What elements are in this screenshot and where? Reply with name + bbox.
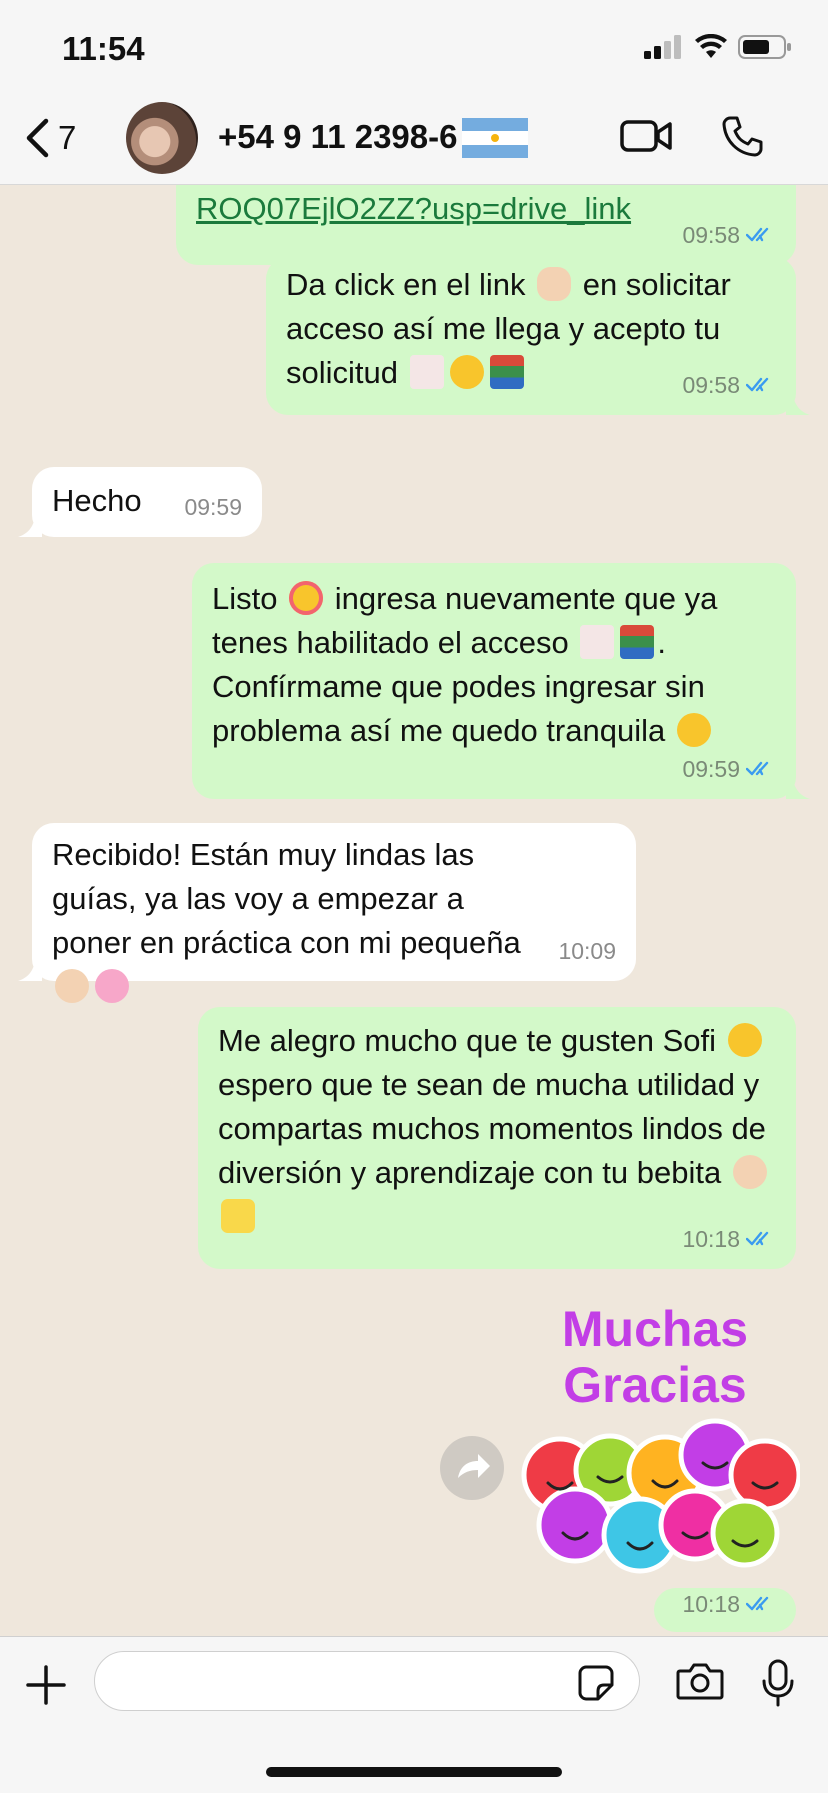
message-meta: 10:09 [558, 929, 616, 973]
read-ticks-icon [746, 377, 769, 392]
relieved-smile-emoji-icon [676, 713, 711, 747]
chat-area[interactable]: ROQ07EjlO2ZZ?usp=drive_link 09:58 Da cli… [0, 185, 828, 1635]
status-icons [644, 34, 792, 60]
message-meta: 09:59 [184, 485, 242, 529]
message-outgoing[interactable]: ROQ07EjlO2ZZ?usp=drive_link 09:58 [176, 185, 796, 265]
message-input-bar [0, 1636, 828, 1793]
smiling-face-emoji-icon [449, 355, 484, 389]
message-text-part: Recibido! Están muy lindas las guías, ya… [52, 837, 530, 960]
message-meta: 09:58 [682, 213, 776, 257]
message-time: 09:58 [682, 222, 740, 248]
message-outgoing[interactable]: Me alegro mucho que te gusten Sofi esper… [198, 1007, 796, 1269]
books-emoji-icon [620, 625, 655, 659]
contact-avatar[interactable] [126, 102, 198, 174]
message-input[interactable] [94, 1651, 640, 1711]
message-outgoing[interactable]: 10:18 [654, 1588, 796, 1632]
message-incoming[interactable]: Recibido! Están muy lindas las guías, ya… [18, 823, 636, 1003]
camera-icon[interactable] [676, 1661, 724, 1701]
microphone-icon[interactable] [760, 1659, 796, 1707]
forward-arrow-icon [458, 1454, 490, 1478]
read-ticks-icon [746, 1596, 769, 1611]
sticker-line-1: Muchas [561, 1301, 749, 1357]
smiling-face-with-hearts-emoji-icon [289, 581, 324, 615]
message-incoming[interactable]: Hecho 09:59 [18, 467, 262, 537]
love-letter-emoji-icon [409, 355, 444, 389]
chat-header: 7 +54 9 11 2398-6 [0, 100, 828, 185]
message-time: 10:18 [682, 1226, 740, 1252]
message-outgoing[interactable]: Da click en el link en solicitar acceso … [266, 257, 810, 415]
books-emoji-icon [489, 355, 524, 389]
message-time: 10:18 [682, 1591, 740, 1617]
battery-icon [738, 35, 791, 59]
bubble-tail [786, 775, 810, 799]
phone-call-icon[interactable] [720, 114, 764, 158]
love-letter-emoji-icon [580, 625, 615, 659]
message-time: 10:09 [558, 938, 616, 964]
message-time: 09:59 [682, 756, 740, 782]
message-text-part: Me alegro mucho que te gusten Sofi [218, 1023, 725, 1058]
dizzy-emoji-icon [221, 1199, 255, 1233]
forward-button[interactable] [440, 1436, 504, 1500]
message-text: Me alegro mucho que te gusten Sofi esper… [218, 1019, 776, 1239]
video-call-icon[interactable] [620, 116, 674, 156]
signal-icon [644, 35, 681, 59]
hugging-face-emoji-icon [727, 1023, 762, 1057]
pointing-up-emoji-icon [537, 267, 572, 301]
chevron-left-icon [26, 118, 49, 158]
read-ticks-icon [746, 1231, 769, 1246]
sticker-line-2: Gracias [563, 1357, 747, 1413]
sticker-icon[interactable] [578, 1665, 614, 1701]
cherry-blossom-emoji-icon [95, 969, 129, 1003]
message-text-part: Da click en el link [286, 267, 535, 302]
message-meta: 09:58 [682, 363, 776, 407]
bubble-tail [786, 391, 810, 415]
message-outgoing[interactable]: Listo ingresa nuevamente que ya tenes ha… [192, 563, 810, 799]
wifi-icon [695, 34, 727, 58]
status-time: 11:54 [62, 30, 145, 67]
smiley-faces-icon [521, 1418, 800, 1574]
message-time: 09:58 [682, 372, 740, 398]
unread-count: 7 [58, 119, 77, 156]
plus-icon[interactable] [26, 1665, 66, 1705]
argentina-flag-icon [462, 118, 528, 158]
back-button[interactable]: 7 [24, 118, 76, 158]
baby-emoji-icon [732, 1155, 767, 1189]
baby-emoji-icon [55, 969, 89, 1003]
read-ticks-icon [746, 761, 769, 776]
bubble-tail [18, 957, 42, 981]
status-bar: 11:54 [0, 0, 828, 100]
message-meta: 10:18 [682, 1582, 776, 1626]
message-text-part: Listo [212, 581, 287, 616]
bubble-tail [18, 513, 42, 537]
read-ticks-icon [746, 227, 769, 242]
message-text: Listo ingresa nuevamente que ya tenes ha… [212, 577, 776, 753]
message-time: 09:59 [184, 494, 242, 520]
home-indicator [266, 1767, 562, 1777]
thank-you-sticker[interactable]: Muchas Gracias [510, 1300, 800, 1580]
message-meta: 09:59 [682, 747, 776, 791]
message-meta: 10:18 [682, 1217, 776, 1261]
message-text: Recibido! Están muy lindas las guías, ya… [52, 833, 616, 1009]
